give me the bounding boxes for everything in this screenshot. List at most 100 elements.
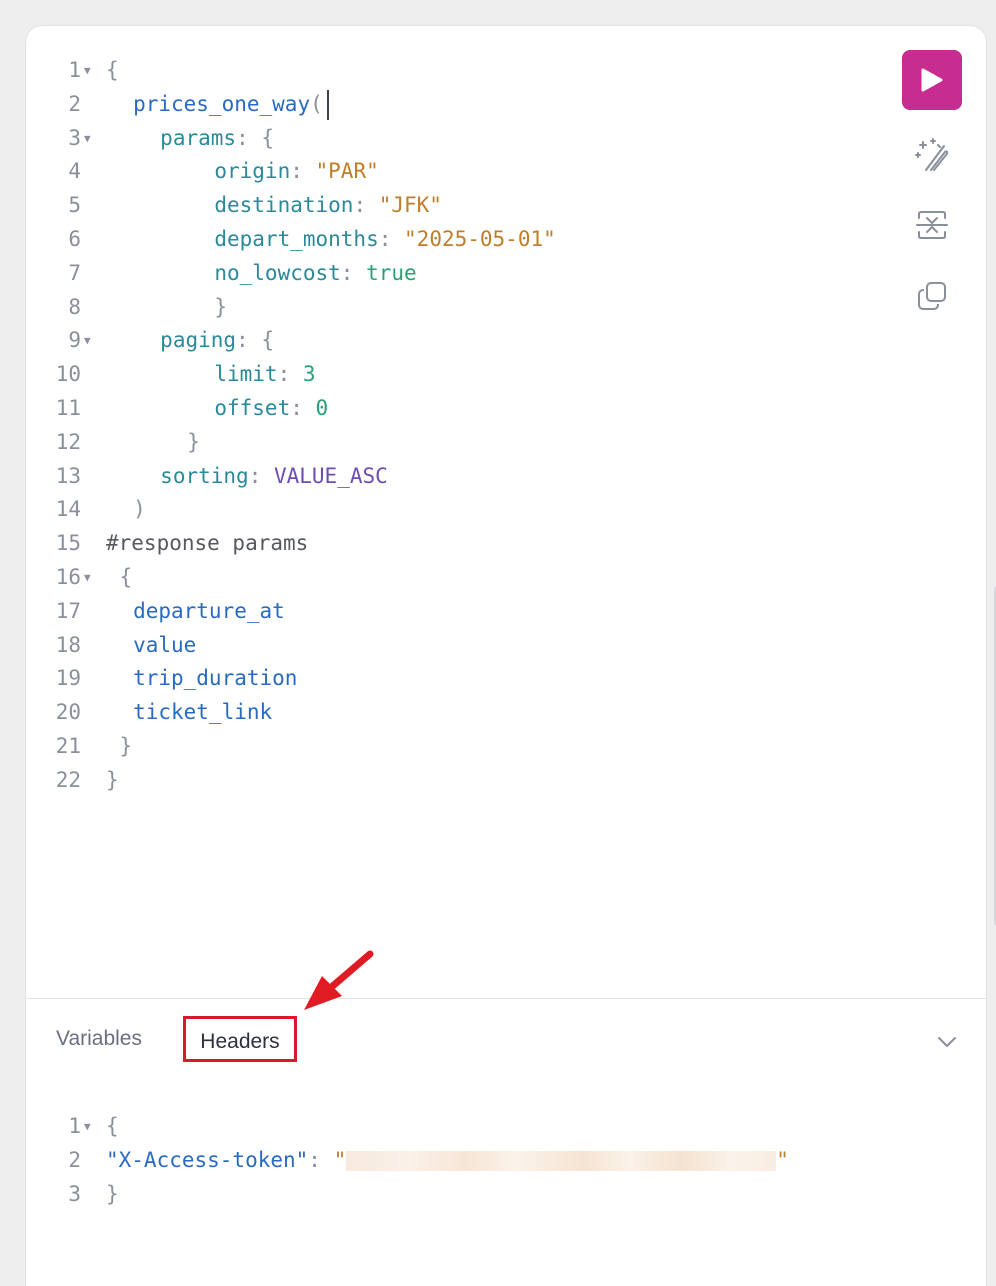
query-code-line[interactable]: 8} — [26, 291, 886, 325]
line-number: 17 — [55, 598, 81, 623]
code-text: no_lowcost: true — [106, 257, 416, 291]
code-text: #response params — [106, 527, 308, 561]
query-code-line[interactable]: 14) — [26, 493, 886, 527]
code-text: { — [106, 1110, 119, 1144]
line-number: 12 — [55, 429, 81, 454]
line-number: 21 — [55, 733, 81, 758]
run-query-button[interactable] — [902, 50, 962, 110]
code-token: limit — [214, 362, 278, 387]
code-token: } — [106, 1181, 119, 1206]
query-editor[interactable]: 1 ▼{2 prices_one_way(3 ▼ params: {4 origin: "… — [26, 54, 886, 798]
code-text: trip_duration — [106, 662, 297, 696]
code-text: value — [106, 629, 196, 663]
code-token: "2025-05-01" — [404, 226, 556, 251]
code-text: sorting: VALUE_ASC — [106, 460, 388, 494]
code-token: 0 — [315, 395, 329, 420]
code-text: "X-Access-token": " " — [106, 1144, 789, 1178]
code-text: ) — [106, 493, 146, 527]
fold-toggle-icon[interactable]: ▼ — [84, 54, 91, 88]
query-code-line[interactable]: 11 offset: 0 — [26, 392, 886, 426]
panel-divider — [26, 998, 986, 999]
redacted-token-value — [346, 1150, 777, 1171]
query-code-line[interactable]: 3 ▼ params: { — [26, 122, 886, 156]
code-token: ticket_link — [133, 700, 273, 725]
code-text: } — [106, 291, 227, 325]
code-token: origin — [214, 159, 291, 184]
editor-toolbar — [902, 50, 962, 323]
fold-toggle-icon[interactable]: ▼ — [84, 561, 91, 595]
line-number: 9 — [68, 328, 81, 353]
headers-code-line[interactable]: 3} — [26, 1178, 886, 1212]
copy-query-button[interactable] — [902, 269, 962, 323]
line-number: 11 — [55, 395, 81, 420]
graphql-editor-panel: 1 ▼{2 prices_one_way(3 ▼ params: {4 origin: "… — [26, 26, 996, 1286]
fold-toggle-icon[interactable]: ▼ — [84, 1110, 91, 1144]
code-token: : — [248, 463, 274, 488]
code-token: departure_at — [133, 598, 285, 623]
query-code-line[interactable]: 22} — [26, 764, 886, 798]
code-text: destination: "JFK" — [106, 189, 442, 223]
code-token: : — [290, 395, 316, 420]
code-token: " — [333, 1147, 347, 1172]
code-token: : — [353, 193, 379, 218]
code-text: prices_one_way( — [106, 88, 329, 122]
query-code-line[interactable]: 15 #response params — [26, 527, 886, 561]
code-text: } — [106, 730, 133, 764]
query-code-line[interactable]: 6 depart_months: "2025-05-01" — [26, 223, 886, 257]
code-token: : — [308, 1147, 334, 1172]
headers-code-line[interactable]: 1 ▼ { — [26, 1110, 886, 1144]
code-token: : { — [236, 125, 274, 150]
play-icon — [921, 68, 943, 92]
query-code-line[interactable]: 17 departure_at — [26, 595, 886, 629]
annotation-arrow-icon — [304, 950, 374, 1010]
fold-toggle-icon[interactable]: ▼ — [84, 324, 91, 358]
tab-headers[interactable]: Headers — [183, 1016, 297, 1062]
line-number: 1 — [68, 58, 81, 82]
query-code-line[interactable]: 12} — [26, 426, 886, 460]
code-text: offset: 0 — [106, 392, 328, 426]
line-number: 20 — [55, 700, 81, 725]
query-code-line[interactable]: 1 ▼ { — [26, 54, 886, 88]
code-token: "X-Access-token" — [106, 1147, 309, 1172]
line-number: 3 — [68, 1181, 81, 1206]
code-token: destination — [214, 193, 354, 218]
line-number: 16 — [55, 564, 81, 589]
query-code-line[interactable]: 10 limit: 3 — [26, 358, 886, 392]
code-token: } — [214, 294, 228, 319]
query-code-line[interactable]: 9 ▼ paging: { — [26, 324, 886, 358]
code-token: offset — [214, 395, 291, 420]
line-number: 22 — [55, 767, 81, 792]
line-number: 2 — [68, 1147, 81, 1172]
code-text: params: { — [106, 122, 274, 156]
code-token: : — [340, 260, 367, 285]
line-number: 18 — [55, 632, 81, 657]
collapse-panel-button[interactable] — [932, 1030, 962, 1054]
query-code-line[interactable]: 20 ticket_link — [26, 696, 886, 730]
code-token: "PAR" — [315, 159, 379, 184]
query-code-line[interactable]: 13 sorting: VALUE_ASC — [26, 460, 886, 494]
headers-editor[interactable]: 1 ▼ {2 "X-Access-token": " " 3} — [26, 1110, 886, 1211]
query-code-line[interactable]: 18 value — [26, 629, 886, 663]
headers-code-line[interactable]: 2 "X-Access-token": " " — [26, 1144, 886, 1178]
code-text: } — [106, 1178, 119, 1212]
code-text: { — [106, 54, 119, 88]
tab-variables[interactable]: Variables — [56, 1016, 142, 1062]
merge-fragments-button[interactable] — [902, 198, 962, 252]
query-code-line[interactable]: 19 trip_duration — [26, 662, 886, 696]
query-code-line[interactable]: 4 origin: "PAR" — [26, 155, 886, 189]
query-code-line[interactable]: 5 destination: "JFK" — [26, 189, 886, 223]
code-token: : — [290, 159, 316, 184]
code-token: 3 — [302, 362, 316, 387]
query-code-line[interactable]: 2 prices_one_way( — [26, 88, 886, 122]
query-code-line[interactable]: 7 no_lowcost: true — [26, 257, 886, 291]
code-token: { — [106, 58, 119, 82]
prettify-button[interactable] — [902, 127, 962, 181]
query-code-line[interactable]: 21} — [26, 730, 886, 764]
code-text: departure_at — [106, 595, 285, 629]
code-text: paging: { — [106, 324, 274, 358]
code-text: { — [106, 561, 133, 595]
code-text: depart_months: "2025-05-01" — [106, 223, 556, 257]
fold-toggle-icon[interactable]: ▼ — [84, 122, 91, 156]
code-token: " — [776, 1147, 789, 1172]
query-code-line[interactable]: 16 ▼ { — [26, 561, 886, 595]
